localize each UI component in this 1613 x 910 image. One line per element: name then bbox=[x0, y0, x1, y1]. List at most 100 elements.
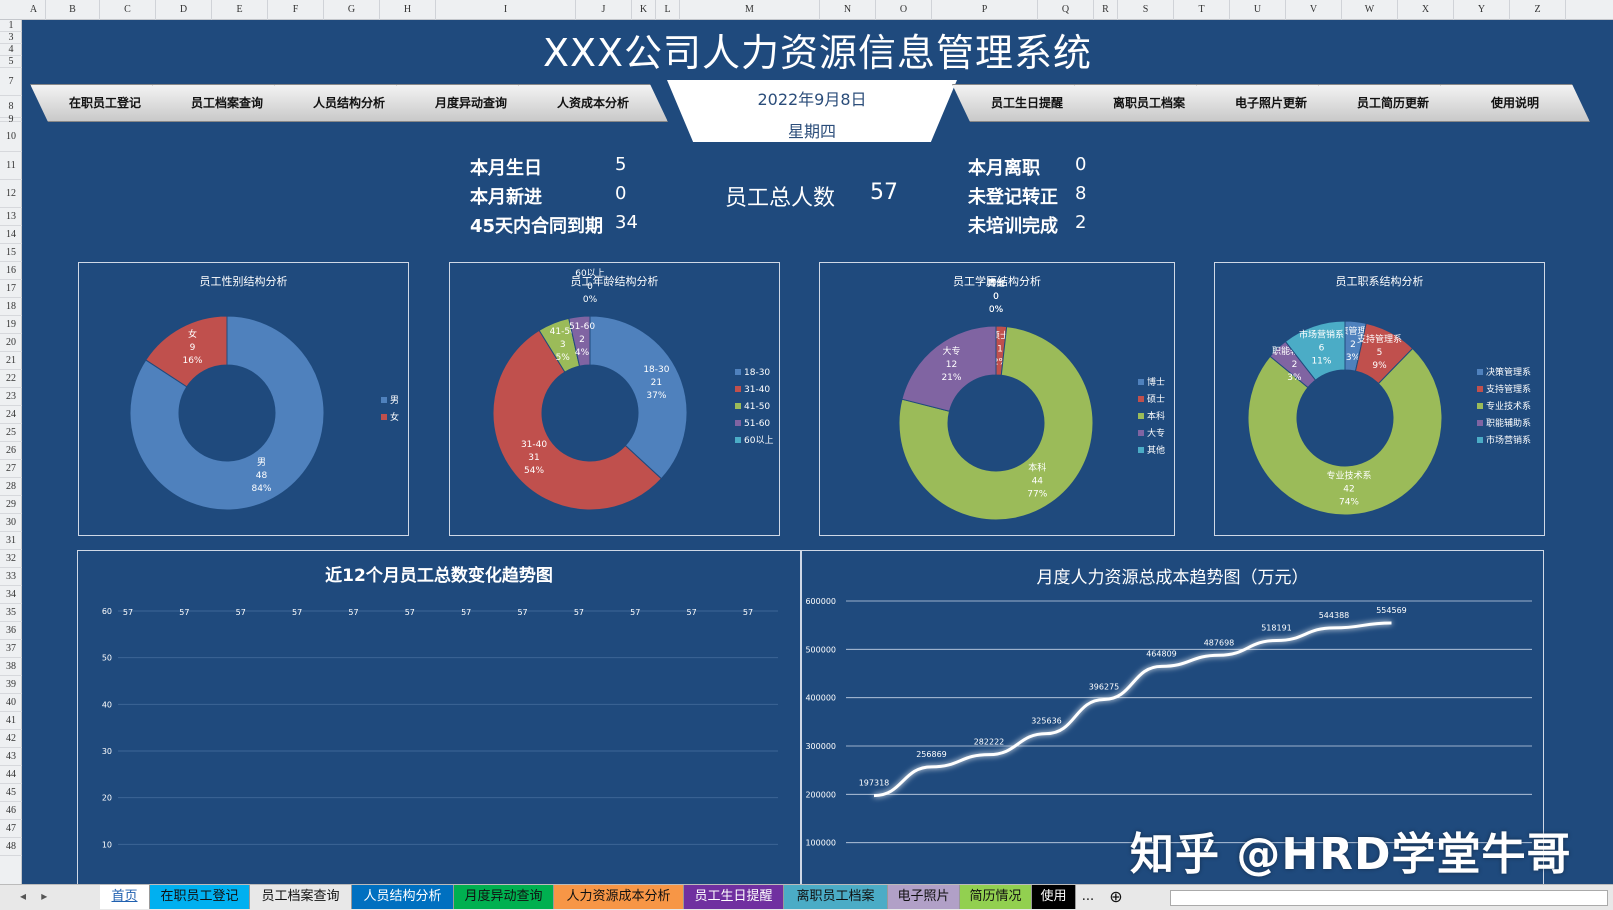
column-header-t[interactable]: T bbox=[1174, 0, 1230, 20]
column-header-j[interactable]: J bbox=[576, 0, 632, 20]
sheet-tab-10[interactable]: 使用 bbox=[1032, 885, 1076, 909]
row-header-45[interactable]: 45 bbox=[0, 784, 22, 802]
sheet-tab-1[interactable]: 在职员工登记 bbox=[150, 885, 250, 909]
column-header-y[interactable]: Y bbox=[1454, 0, 1510, 20]
row-header-28[interactable]: 28 bbox=[0, 478, 22, 496]
row-header-25[interactable]: 25 bbox=[0, 424, 22, 442]
row-header-43[interactable]: 43 bbox=[0, 748, 22, 766]
row-header-22[interactable]: 22 bbox=[0, 370, 22, 388]
nav-tab-left-4[interactable]: 人资成本分析 bbox=[518, 84, 668, 122]
row-header-16[interactable]: 16 bbox=[0, 262, 22, 280]
row-header-14[interactable]: 14 bbox=[0, 226, 22, 244]
column-header-a[interactable]: A bbox=[22, 0, 46, 20]
sheet-tab-8[interactable]: 电子照片 bbox=[888, 885, 960, 909]
sheet-tab-2[interactable]: 员工档案查询 bbox=[250, 885, 352, 909]
row-header-40[interactable]: 40 bbox=[0, 694, 22, 712]
stat-birthday-value: 5 bbox=[615, 154, 627, 175]
column-header-r[interactable]: R bbox=[1094, 0, 1118, 20]
sheet-tab-more[interactable]: ... bbox=[1076, 885, 1100, 909]
column-header-e[interactable]: E bbox=[212, 0, 268, 20]
sheet-tab-0[interactable]: 首页 bbox=[100, 885, 150, 909]
column-header-h[interactable]: H bbox=[380, 0, 436, 20]
donut-data-label: 77% bbox=[1027, 490, 1047, 500]
row-header-33[interactable]: 33 bbox=[0, 568, 22, 586]
row-header-4[interactable]: 4 bbox=[0, 44, 22, 56]
column-header-i[interactable]: I bbox=[436, 0, 576, 20]
row-header-34[interactable]: 34 bbox=[0, 586, 22, 604]
column-header-p[interactable]: P bbox=[932, 0, 1038, 20]
row-header-bar: 1 3 4 5 7 8 9 10 11 12 13 14 15 16 17 18 19 20 21 22 23 24 25 2… bbox=[0, 20, 22, 884]
horizontal-scrollbar[interactable] bbox=[1170, 890, 1608, 906]
column-header-w[interactable]: W bbox=[1342, 0, 1398, 20]
row-header-13[interactable]: 13 bbox=[0, 208, 22, 226]
column-header-m[interactable]: M bbox=[680, 0, 820, 20]
row-header-17[interactable]: 17 bbox=[0, 280, 22, 298]
row-header-32[interactable]: 32 bbox=[0, 550, 22, 568]
row-header-26[interactable]: 26 bbox=[0, 442, 22, 460]
row-header-30[interactable]: 30 bbox=[0, 514, 22, 532]
column-header-z[interactable]: Z bbox=[1510, 0, 1566, 20]
row-header-24[interactable]: 24 bbox=[0, 406, 22, 424]
row-header-11[interactable]: 11 bbox=[0, 152, 22, 180]
row-header-48[interactable]: 48 bbox=[0, 838, 22, 856]
column-header-u[interactable]: U bbox=[1230, 0, 1286, 20]
column-header-g[interactable]: G bbox=[324, 0, 380, 20]
row-header-3[interactable]: 3 bbox=[0, 32, 22, 44]
nav-tab-right-4[interactable]: 使用说明 bbox=[1440, 84, 1590, 122]
row-header-37[interactable]: 37 bbox=[0, 640, 22, 658]
sheet-scroll-arrows[interactable]: ◂ ▸ bbox=[20, 889, 47, 903]
row-header-46[interactable]: 46 bbox=[0, 802, 22, 820]
row-header-35[interactable]: 35 bbox=[0, 604, 22, 622]
row-header-21[interactable]: 21 bbox=[0, 352, 22, 370]
column-header-o[interactable]: O bbox=[876, 0, 932, 20]
row-header-5[interactable]: 5 bbox=[0, 56, 22, 68]
cost-data-label: 518191 bbox=[1261, 624, 1292, 633]
row-header-38[interactable]: 38 bbox=[0, 658, 22, 676]
legend-label: 本科 bbox=[1147, 410, 1165, 422]
sheet-tab-4[interactable]: 月度异动查询 bbox=[454, 885, 554, 909]
sheet-tab-9[interactable]: 简历情况 bbox=[960, 885, 1032, 909]
row-header-7[interactable]: 7 bbox=[0, 68, 22, 96]
row-header-20[interactable]: 20 bbox=[0, 334, 22, 352]
sheet-tab-5[interactable]: 人力资源成本分析 bbox=[554, 885, 684, 909]
column-header-n[interactable]: N bbox=[820, 0, 876, 20]
row-header-41[interactable]: 41 bbox=[0, 712, 22, 730]
row-header-44[interactable]: 44 bbox=[0, 766, 22, 784]
row-header-27[interactable]: 27 bbox=[0, 460, 22, 478]
row-header-31[interactable]: 31 bbox=[0, 532, 22, 550]
legend-swatch bbox=[735, 437, 741, 443]
row-header-47[interactable]: 47 bbox=[0, 820, 22, 838]
row-header-10[interactable]: 10 bbox=[0, 122, 22, 152]
column-header-x[interactable]: X bbox=[1398, 0, 1454, 20]
sheet-tab-6[interactable]: 员工生日提醒 bbox=[684, 885, 784, 909]
donut-data-label: 12 bbox=[946, 360, 957, 370]
column-header-l[interactable]: L bbox=[656, 0, 680, 20]
row-header-12[interactable]: 12 bbox=[0, 180, 22, 208]
donut-data-label: 31 bbox=[528, 453, 539, 463]
column-header-f[interactable]: F bbox=[268, 0, 324, 20]
row-header-18[interactable]: 18 bbox=[0, 298, 22, 316]
donut-data-label: 44 bbox=[1032, 477, 1044, 487]
column-header-v[interactable]: V bbox=[1286, 0, 1342, 20]
row-header-36[interactable]: 36 bbox=[0, 622, 22, 640]
add-sheet-icon[interactable]: ⊕ bbox=[1104, 885, 1128, 909]
sheet-tab-3[interactable]: 人员结构分析 bbox=[352, 885, 454, 909]
row-header-29[interactable]: 29 bbox=[0, 496, 22, 514]
column-header-k[interactable]: K bbox=[632, 0, 656, 20]
column-header-d[interactable]: D bbox=[156, 0, 212, 20]
legend-swatch bbox=[1138, 396, 1144, 402]
row-header-42[interactable]: 42 bbox=[0, 730, 22, 748]
column-header-c[interactable]: C bbox=[100, 0, 156, 20]
page-title: XXX公司人力资源信息管理系统 bbox=[542, 31, 1093, 75]
sheet-tab-7[interactable]: 离职员工档案 bbox=[784, 885, 888, 909]
column-header-b[interactable]: B bbox=[46, 0, 100, 20]
row-header-23[interactable]: 23 bbox=[0, 388, 22, 406]
row-header-19[interactable]: 19 bbox=[0, 316, 22, 334]
row-header-1[interactable]: 1 bbox=[0, 20, 22, 32]
row-header-39[interactable]: 39 bbox=[0, 676, 22, 694]
cost-data-label: 464809 bbox=[1146, 649, 1177, 658]
stat-untrained-label: 未培训完成 bbox=[968, 216, 1058, 237]
column-header-s[interactable]: S bbox=[1118, 0, 1174, 20]
column-header-q[interactable]: Q bbox=[1038, 0, 1094, 20]
row-header-15[interactable]: 15 bbox=[0, 244, 22, 262]
